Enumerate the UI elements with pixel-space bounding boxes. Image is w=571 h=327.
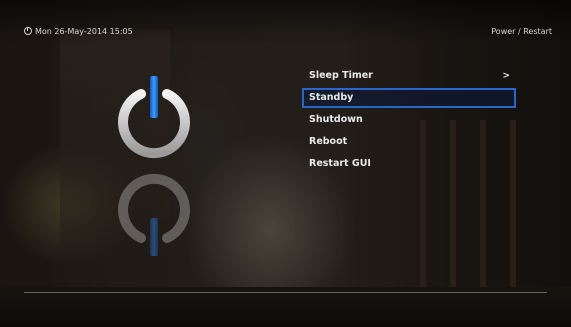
power-menu: Sleep Timer > Standby Shutdown Reboot Re…	[302, 66, 516, 176]
screen-title: Power / Restart	[491, 27, 552, 36]
date-time: Mon 26-May-2014 15:05	[24, 27, 133, 36]
power-icon-reflection	[115, 172, 193, 256]
power-bar	[150, 76, 158, 118]
menu-item-label: Restart GUI	[309, 158, 371, 169]
clock-icon	[24, 27, 32, 35]
menu-item-standby[interactable]: Standby	[302, 88, 516, 108]
menu-item-label: Standby	[309, 92, 354, 103]
submenu-arrow-icon: >	[502, 71, 510, 81]
menu-item-shutdown[interactable]: Shutdown	[302, 110, 516, 130]
menu-item-sleep-timer[interactable]: Sleep Timer >	[302, 66, 516, 86]
menu-item-restart-gui[interactable]: Restart GUI	[302, 154, 516, 174]
top-bar: Mon 26-May-2014 15:05 Power / Restart	[0, 0, 571, 44]
power-icon	[115, 76, 193, 160]
menu-item-label: Sleep Timer	[309, 70, 373, 81]
menu-item-label: Shutdown	[309, 114, 363, 125]
date-time-text: Mon 26-May-2014 15:05	[35, 27, 133, 36]
menu-item-reboot[interactable]: Reboot	[302, 132, 516, 152]
menu-item-label: Reboot	[309, 136, 348, 147]
power-restart-screen: Mon 26-May-2014 15:05 Power / Restart Sl…	[0, 0, 571, 327]
power-bar-reflection	[150, 218, 158, 256]
bottom-divider	[24, 292, 547, 293]
